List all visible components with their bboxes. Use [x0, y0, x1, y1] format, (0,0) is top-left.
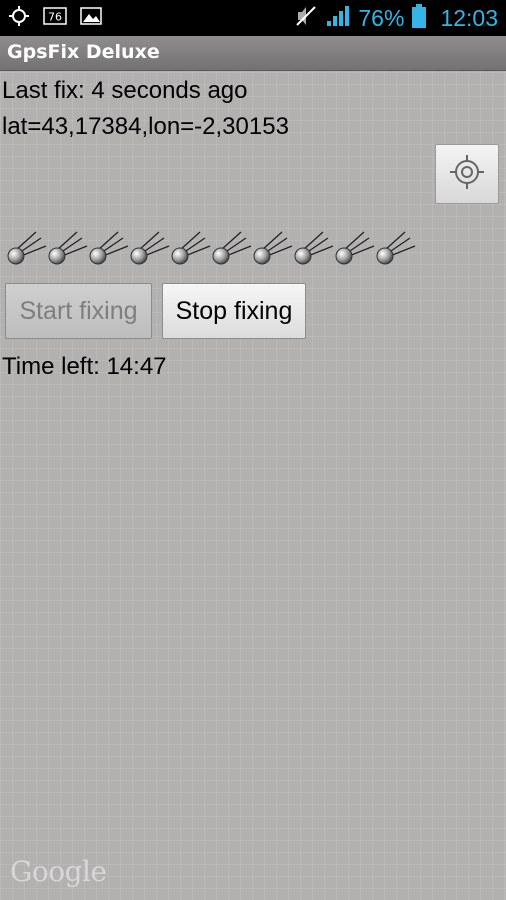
- google-map-attribution: Google: [10, 855, 107, 888]
- battery-icon: [412, 4, 427, 32]
- locate-button[interactable]: [435, 144, 499, 204]
- satellite-icon: [170, 228, 211, 268]
- satellite-icon: [293, 228, 334, 268]
- gps-icon: [8, 5, 30, 31]
- status-bar-right: 76% 12:03: [294, 0, 498, 36]
- start-fixing-button[interactable]: Start fixing: [5, 283, 152, 339]
- coordinates-text: lat=43,17384,lon=-2,30153: [2, 113, 289, 140]
- status-bar: 76 76% 12:03: [0, 0, 506, 36]
- satellite-icon: [129, 228, 170, 268]
- time-left-text: Time left: 14:47: [2, 353, 167, 380]
- mute-icon: [294, 4, 318, 32]
- satellite-icon: [211, 228, 252, 268]
- notification-76-icon: 76: [42, 5, 68, 31]
- title-bar: GpsFix Deluxe: [0, 36, 506, 71]
- satellite-icon: [6, 228, 47, 268]
- satellite-icon: [334, 228, 375, 268]
- satellite-icon: [375, 228, 416, 268]
- signal-icon: [326, 5, 350, 31]
- satellite-row: [6, 228, 416, 268]
- satellite-icon: [252, 228, 293, 268]
- satellite-icon: [88, 228, 129, 268]
- gallery-icon: [80, 6, 102, 30]
- crosshair-icon: [447, 152, 487, 196]
- battery-percent: 76%: [358, 4, 405, 31]
- notification-badge-text: 76: [48, 11, 62, 24]
- stop-fixing-button[interactable]: Stop fixing: [162, 283, 306, 339]
- status-bar-left: 76: [8, 0, 102, 36]
- last-fix-text: Last fix: 4 seconds ago: [2, 77, 248, 104]
- satellite-icon: [47, 228, 88, 268]
- clock: 12:03: [440, 4, 498, 31]
- app-title: GpsFix Deluxe: [7, 41, 160, 63]
